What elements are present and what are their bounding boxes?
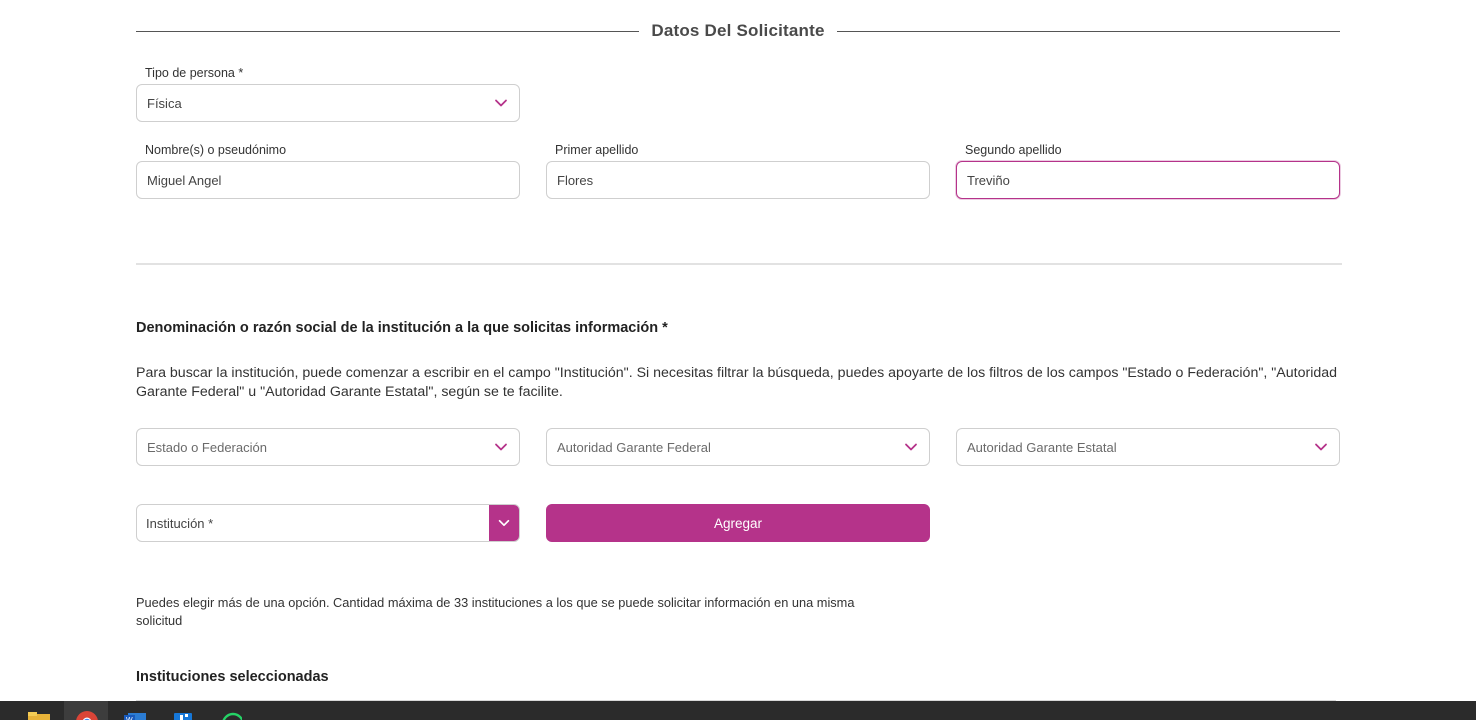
segundo-apellido-value: Treviño	[967, 172, 1010, 188]
taskbar-file-explorer[interactable]	[16, 701, 60, 720]
section-title: Datos Del Solicitante	[651, 21, 825, 40]
institucion-instructions: Para buscar la institución, puede comenz…	[136, 365, 1338, 400]
autoridad-federal-select[interactable]: Autoridad Garante Federal	[546, 428, 930, 466]
tipo-persona-value: Física	[147, 95, 182, 111]
section-divider	[136, 263, 1342, 265]
word-icon: W	[124, 709, 146, 720]
primer-apellido-field[interactable]: Flores	[546, 161, 930, 199]
nombre-label: Nombre(s) o pseudónimo	[145, 143, 287, 157]
chrome-icon	[76, 709, 98, 720]
estado-select[interactable]: Estado o Federación	[136, 428, 520, 466]
institucion-heading: Denominación o razón social de la instit…	[136, 320, 668, 336]
tipo-persona-select[interactable]: Física	[136, 84, 520, 122]
max-institutions-note: Puedes elegir más de una opción. Cantida…	[136, 595, 855, 628]
chevron-down-icon	[1313, 439, 1329, 455]
autoridad-federal-placeholder: Autoridad Garante Federal	[557, 439, 711, 455]
chevron-down-icon	[903, 439, 919, 455]
heading-rule-left	[136, 30, 640, 32]
file-explorer-icon	[28, 709, 50, 720]
whatsapp-icon	[220, 709, 242, 720]
tipo-persona-label: Tipo de persona *	[145, 66, 244, 80]
chevron-down-icon	[493, 439, 509, 455]
segundo-apellido-label: Segundo apellido	[965, 143, 1062, 157]
autoridad-estatal-select[interactable]: Autoridad Garante Estatal	[956, 428, 1340, 466]
taskbar-chrome[interactable]	[64, 701, 108, 720]
taskbar-whatsapp[interactable]	[208, 701, 252, 720]
institucion-placeholder: Institución *	[146, 515, 214, 531]
taskbar: W	[0, 701, 1476, 720]
taskbar-app[interactable]	[160, 701, 204, 720]
nombre-value: Miguel Angel	[147, 172, 222, 188]
primer-apellido-value: Flores	[557, 172, 594, 188]
autoridad-estatal-placeholder: Autoridad Garante Estatal	[967, 439, 1117, 455]
chevron-down-icon[interactable]	[489, 505, 519, 541]
chevron-down-icon	[493, 95, 509, 111]
nombre-field[interactable]: Miguel Angel	[136, 161, 520, 199]
primer-apellido-label: Primer apellido	[555, 143, 639, 157]
section-heading: Datos Del Solicitante	[136, 18, 1341, 44]
agregar-button[interactable]: Agregar	[546, 504, 930, 542]
selected-institutions-heading: Instituciones seleccionadas	[136, 669, 329, 685]
heading-rule-right	[836, 30, 1341, 32]
taskbar-word[interactable]: W	[112, 701, 156, 720]
institucion-combobox[interactable]: Institución *	[136, 504, 520, 542]
segundo-apellido-field[interactable]: Treviño	[956, 161, 1340, 199]
app-icon	[172, 709, 194, 720]
estado-placeholder: Estado o Federación	[147, 439, 267, 455]
